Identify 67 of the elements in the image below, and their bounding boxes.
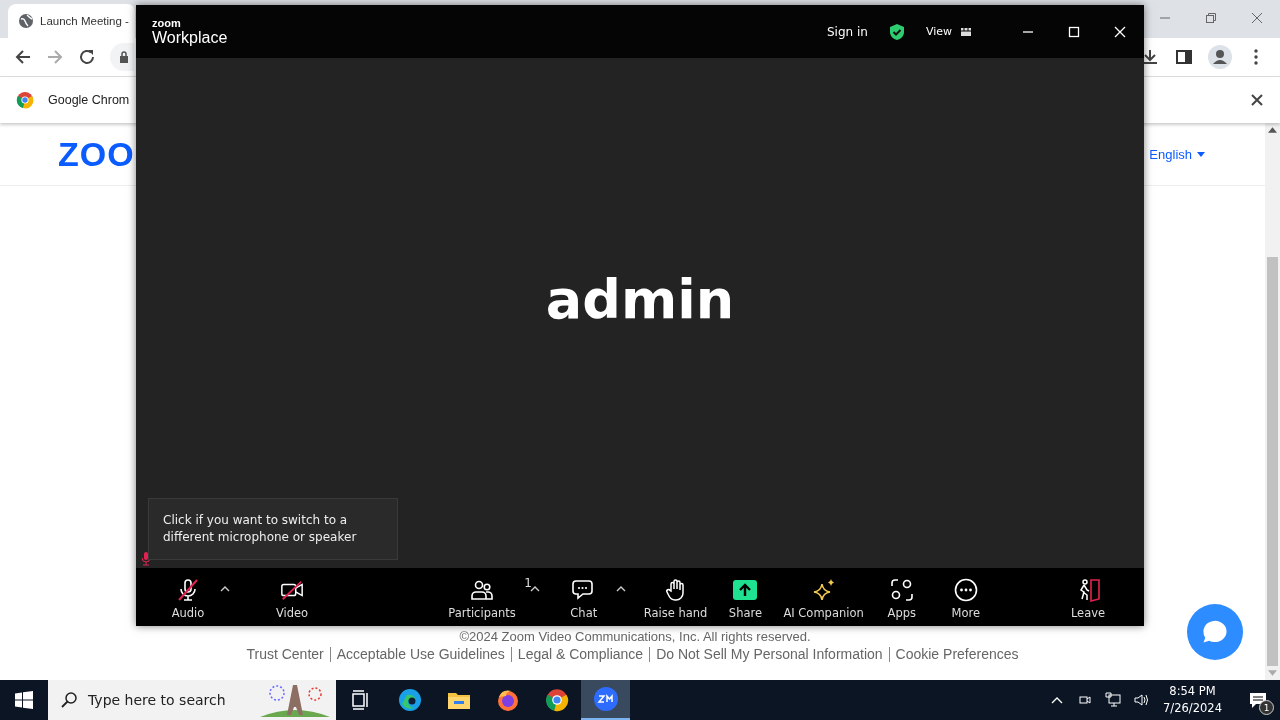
video-camera-icon (280, 578, 304, 602)
microphone-icon (176, 578, 200, 602)
footer-link[interactable]: Trust Center (246, 646, 324, 662)
chat-button[interactable]: Chat (551, 572, 616, 622)
muted-mic-icon (141, 552, 151, 566)
brand-label: zoom (152, 17, 182, 29)
volume-icon[interactable] (1133, 692, 1150, 708)
tooltip: Click if you want to switch to a different microphone or speaker (148, 498, 398, 560)
globe-icon (18, 13, 34, 29)
maximize-icon[interactable] (1068, 25, 1080, 38)
participant-count: 1 (524, 576, 532, 590)
scrollbar-thumb[interactable] (1267, 257, 1278, 666)
video-button[interactable]: Video (260, 572, 324, 622)
notification-count: 1 (1259, 700, 1274, 715)
more-icon (953, 578, 978, 602)
calendar-icon (960, 25, 972, 38)
zoom-logo[interactable]: ZOO (58, 134, 135, 174)
browser-tab[interactable]: Launch Meeting - (8, 4, 135, 38)
brand-name: Workplace (152, 29, 228, 46)
apps-button[interactable]: Apps (869, 572, 934, 622)
raise-button[interactable]: Raise hand (637, 572, 714, 622)
chat-bubble-icon (571, 578, 596, 602)
back-icon[interactable] (14, 48, 32, 66)
apps-icon (889, 578, 914, 602)
footer-link[interactable]: Acceptable Use Guidelines (336, 646, 505, 662)
network-icon[interactable] (1105, 692, 1122, 708)
people-icon (470, 578, 494, 602)
caret-icon[interactable] (529, 586, 540, 592)
task-view-icon (350, 690, 371, 710)
clock-date[interactable]: 7/26/2024 (1163, 700, 1222, 717)
chrome-logo-icon (16, 91, 34, 109)
shield-check-icon[interactable] (887, 22, 906, 41)
footer-link[interactable]: Do Not Sell My Personal Information (656, 646, 883, 662)
view-button[interactable]: View (919, 21, 978, 42)
footer-link[interactable]: Cookie Preferences (895, 646, 1019, 662)
side-panel-icon[interactable] (1174, 47, 1194, 67)
footer-link[interactable]: Legal & Compliance (517, 646, 644, 662)
clock-time[interactable]: 8:54 PM (1169, 683, 1216, 700)
zoom-app-icon (593, 687, 618, 711)
caret-icon[interactable] (220, 586, 230, 592)
caret-icon[interactable] (615, 586, 626, 592)
chat-support-icon[interactable] (1187, 604, 1243, 660)
participants-button[interactable]: 1 Participants (442, 572, 530, 622)
lock-icon (118, 51, 130, 63)
scroll-up-icon[interactable] (1268, 127, 1277, 133)
chrome-icon (544, 688, 569, 712)
audio-button[interactable]: Audio (156, 572, 220, 622)
sign-in-button[interactable]: Sign in (820, 20, 874, 43)
profile-icon[interactable] (1208, 45, 1232, 69)
copyright-text: ©2024 Zoom Video Communications, Inc. All rights reserved. (459, 629, 811, 644)
participant-name: admin (545, 267, 735, 333)
close-icon[interactable] (1250, 93, 1264, 107)
search-icon (60, 691, 78, 709)
sparkle-icon (811, 578, 836, 602)
fox-browser-icon (495, 688, 520, 712)
browser-icon (397, 688, 422, 712)
more-button[interactable]: More (933, 572, 998, 622)
leave-button[interactable]: Leave (1056, 572, 1120, 622)
reload-icon[interactable] (78, 48, 96, 66)
eiffel-tower-icon (260, 683, 330, 717)
language-selector[interactable]: English (1149, 146, 1205, 162)
zoom-taskbar-button[interactable] (581, 680, 630, 720)
infobar-text: Google Chrom (48, 93, 130, 107)
search-field[interactable]: Type here to search (48, 680, 336, 720)
share-button[interactable]: Share (713, 572, 778, 622)
address-bar[interactable] (110, 43, 134, 71)
ai-button[interactable]: AI Companion (777, 572, 870, 622)
